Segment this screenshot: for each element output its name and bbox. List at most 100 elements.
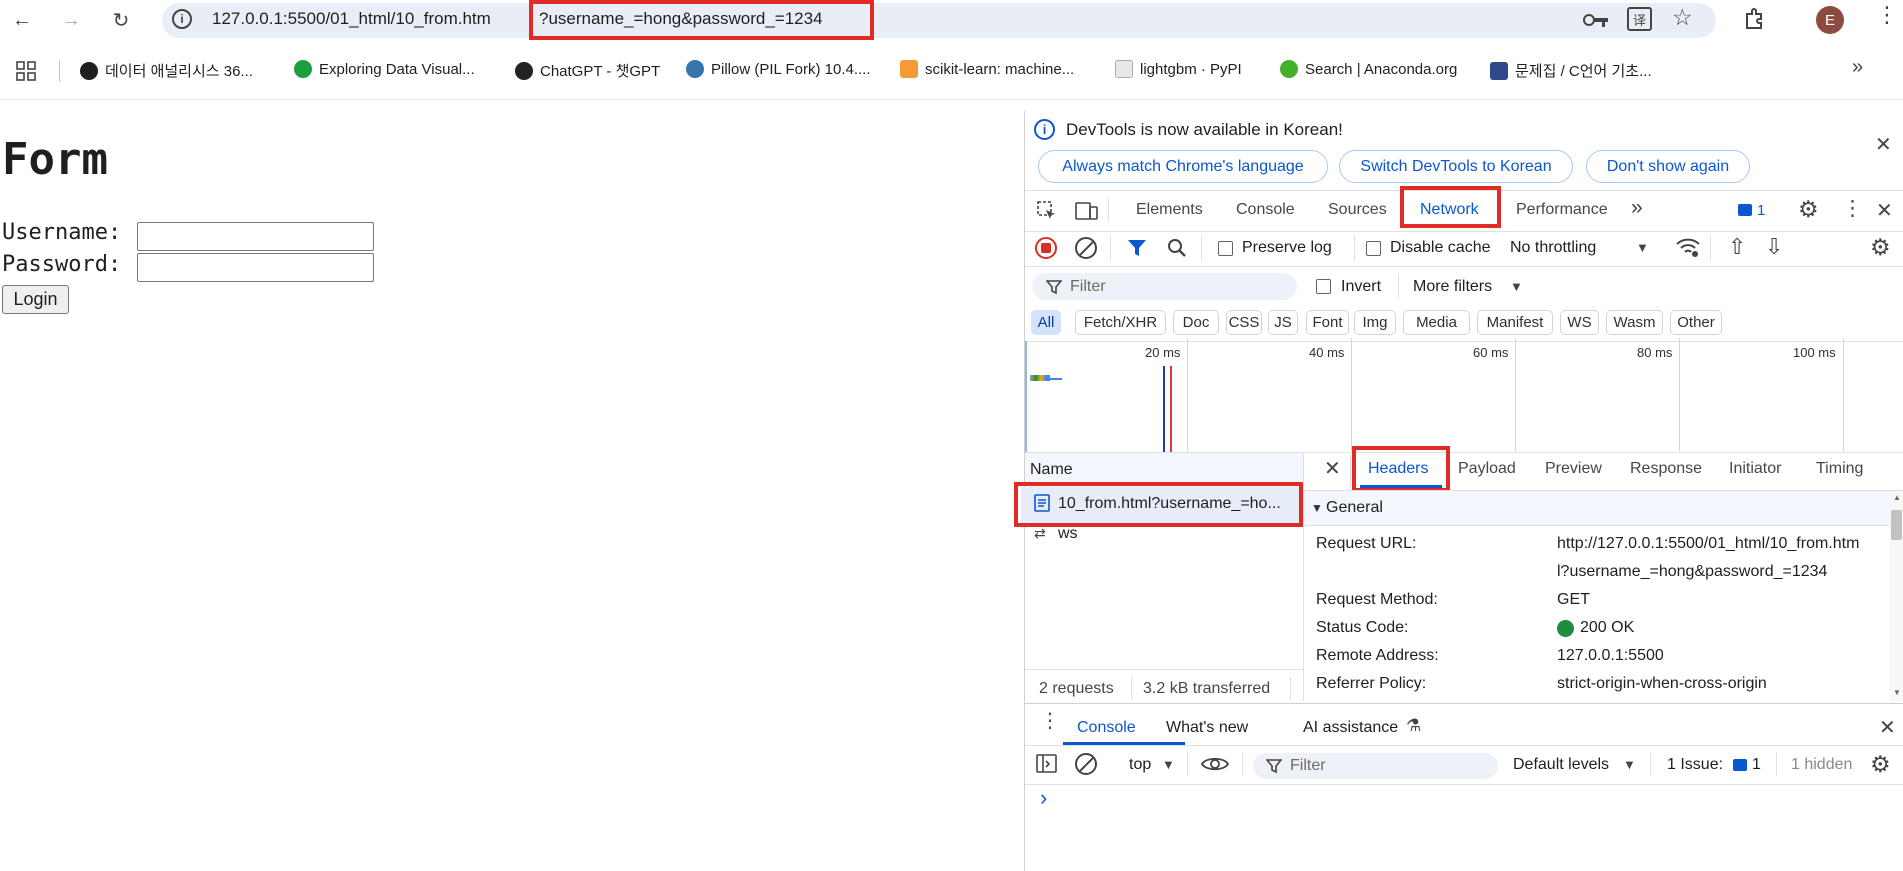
log-levels-select[interactable]: Default levels xyxy=(1513,756,1609,774)
translate-icon[interactable]: 译 xyxy=(1627,7,1652,31)
search-icon[interactable] xyxy=(1166,237,1188,259)
inspect-element-icon[interactable] xyxy=(1036,200,1058,222)
switch-devtools-korean-button[interactable]: Switch DevTools to Korean xyxy=(1339,150,1573,183)
always-match-language-button[interactable]: Always match Chrome's language xyxy=(1038,150,1328,183)
close-devtools-icon[interactable]: ✕ xyxy=(1876,198,1893,223)
invert-checkbox[interactable] xyxy=(1316,279,1331,294)
throttling-dropdown-icon[interactable]: ▼ xyxy=(1636,240,1649,255)
resource-filter-chip[interactable]: Doc xyxy=(1173,310,1219,335)
tab-initiator[interactable]: Initiator xyxy=(1729,460,1781,478)
context-select[interactable]: top xyxy=(1129,756,1151,774)
scroll-down-arrow-icon[interactable]: ▼ xyxy=(1893,688,1901,697)
drawer-menu-icon[interactable]: ⋮ xyxy=(1040,711,1060,731)
bookmark-item[interactable]: Search | Anaconda.org xyxy=(1280,60,1457,78)
filter-funnel-icon[interactable] xyxy=(1127,238,1147,258)
live-expression-eye-icon[interactable] xyxy=(1201,755,1229,773)
request-name[interactable]: 10_from.html?username_=ho... xyxy=(1058,495,1281,513)
password-input[interactable] xyxy=(137,253,374,282)
toolbar-divider xyxy=(1710,236,1711,260)
reload-icon[interactable]: ↻ xyxy=(107,6,135,34)
bookmark-item[interactable]: lightgbm · PyPI xyxy=(1115,60,1242,78)
issues-label[interactable]: 1 Issue: xyxy=(1667,756,1723,774)
dont-show-again-button[interactable]: Don't show again xyxy=(1586,150,1750,183)
resource-filter-chip[interactable]: CSS xyxy=(1226,310,1262,335)
drawer-tab-console[interactable]: Console xyxy=(1077,719,1136,737)
resource-filter-chip[interactable]: Wasm xyxy=(1606,310,1663,335)
export-har-icon[interactable]: ⇩ xyxy=(1765,234,1783,260)
bookmark-item[interactable]: 데이터 애널리시스 36... xyxy=(80,60,253,81)
network-settings-gear-icon[interactable]: ⚙ xyxy=(1870,234,1891,261)
resource-filter-chip[interactable]: Fetch/XHR xyxy=(1075,310,1166,335)
resource-filter-chip[interactable]: Other xyxy=(1670,310,1722,335)
back-arrow-icon[interactable]: ← xyxy=(8,6,36,34)
section-collapse-triangle-icon[interactable]: ▼ xyxy=(1311,501,1323,515)
general-section-title[interactable]: General xyxy=(1326,499,1383,517)
tab-response[interactable]: Response xyxy=(1630,460,1702,478)
throttling-select[interactable]: No throttling xyxy=(1510,239,1596,257)
tab-sources[interactable]: Sources xyxy=(1328,201,1387,219)
browser-menu-icon[interactable]: ⋮ xyxy=(1876,4,1898,26)
resource-filter-chip[interactable]: Img xyxy=(1354,310,1396,335)
tab-timing[interactable]: Timing xyxy=(1816,460,1863,478)
clear-icon[interactable] xyxy=(1075,237,1097,259)
scroll-up-arrow-icon[interactable]: ▲ xyxy=(1893,493,1901,502)
context-dropdown-icon[interactable]: ▼ xyxy=(1162,757,1175,772)
password-key-icon[interactable] xyxy=(1582,10,1610,30)
log-levels-dropdown-icon[interactable]: ▼ xyxy=(1623,757,1636,772)
console-prompt-icon[interactable]: › xyxy=(1040,785,1047,811)
drawer-top-divider[interactable] xyxy=(1025,703,1903,704)
bookmark-item[interactable]: 문제집 / C언어 기초... xyxy=(1490,60,1652,81)
issues-message-icon[interactable] xyxy=(1738,204,1752,216)
login-button[interactable]: Login xyxy=(2,285,69,314)
disable-cache-checkbox[interactable] xyxy=(1366,241,1381,256)
c-icon xyxy=(1490,61,1508,80)
bookmark-item[interactable]: Exploring Data Visual... xyxy=(294,60,475,78)
devtools-menu-icon[interactable]: ⋮ xyxy=(1842,196,1863,221)
network-conditions-wifi-icon[interactable] xyxy=(1675,236,1701,258)
request-name[interactable]: ws xyxy=(1058,525,1078,543)
bookmark-item[interactable]: scikit-learn: machine... xyxy=(900,60,1074,78)
resource-filter-chip[interactable]: All xyxy=(1031,310,1061,335)
tab-console[interactable]: Console xyxy=(1236,201,1295,219)
profile-avatar[interactable]: E xyxy=(1816,6,1844,34)
resource-filter-chip[interactable]: WS xyxy=(1560,310,1599,335)
tab-elements[interactable]: Elements xyxy=(1136,201,1203,219)
drawer-tab-ai-assistance[interactable]: AI assistance xyxy=(1303,719,1398,737)
more-filters-dropdown-icon[interactable]: ▼ xyxy=(1510,279,1523,294)
bookmark-item[interactable]: Pillow (PIL Fork) 10.4.... xyxy=(686,60,871,78)
more-tabs-chevron-icon[interactable]: » xyxy=(1631,196,1643,220)
tab-preview[interactable]: Preview xyxy=(1545,460,1602,478)
more-filters-button[interactable]: More filters xyxy=(1413,278,1492,296)
tab-performance[interactable]: Performance xyxy=(1516,201,1608,219)
bookmark-star-icon[interactable]: ☆ xyxy=(1672,4,1693,31)
resource-filter-chip[interactable]: Manifest xyxy=(1477,310,1553,335)
close-detail-icon[interactable]: ✕ xyxy=(1324,456,1341,481)
drawer-tab-whats-new[interactable]: What's new xyxy=(1166,719,1248,737)
console-settings-gear-icon[interactable]: ⚙ xyxy=(1870,751,1891,778)
name-column-header[interactable]: Name xyxy=(1030,461,1073,479)
record-stop-icon[interactable] xyxy=(1035,237,1057,259)
device-toolbar-icon[interactable] xyxy=(1075,200,1099,222)
close-notice-icon[interactable]: ✕ xyxy=(1875,132,1892,157)
site-info-icon[interactable]: i xyxy=(172,9,192,29)
tab-headers[interactable]: Headers xyxy=(1368,460,1428,478)
tab-payload[interactable]: Payload xyxy=(1458,460,1516,478)
apps-grid-icon[interactable] xyxy=(16,61,36,81)
general-section-header-bg xyxy=(1304,491,1890,525)
resource-filter-chip[interactable]: Media xyxy=(1403,310,1470,335)
extensions-puzzle-icon[interactable] xyxy=(1743,7,1767,31)
clear-console-icon[interactable] xyxy=(1075,753,1097,775)
username-input[interactable] xyxy=(137,222,374,251)
detail-scrollbar-thumb[interactable] xyxy=(1891,510,1902,540)
bookmark-item[interactable]: ChatGPT - 챗GPT xyxy=(515,60,660,81)
import-har-icon[interactable]: ⇧ xyxy=(1728,234,1746,260)
console-sidebar-icon[interactable] xyxy=(1036,753,1058,775)
forward-arrow-icon[interactable]: → xyxy=(57,6,85,34)
preserve-log-checkbox[interactable] xyxy=(1218,241,1233,256)
resource-filter-chip[interactable]: Font xyxy=(1306,310,1349,335)
close-drawer-icon[interactable]: ✕ xyxy=(1879,715,1896,740)
more-bookmarks-chevron-icon[interactable]: » xyxy=(1852,56,1863,79)
resource-filter-chip[interactable]: JS xyxy=(1268,310,1298,335)
tab-network[interactable]: Network xyxy=(1420,201,1479,219)
settings-gear-icon[interactable]: ⚙ xyxy=(1798,196,1819,223)
